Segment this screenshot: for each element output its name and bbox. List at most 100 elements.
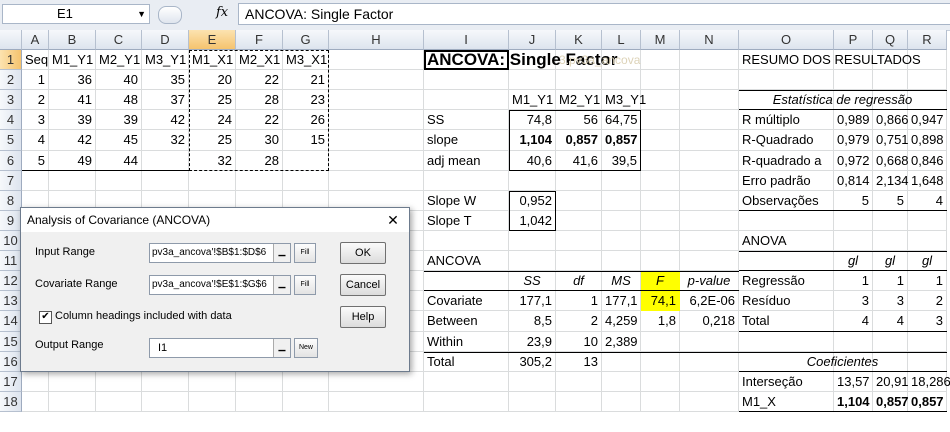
select-all-corner[interactable] — [0, 30, 22, 50]
cell[interactable] — [834, 70, 873, 91]
cell[interactable] — [22, 391, 49, 412]
cell[interactable] — [49, 170, 96, 191]
cell[interactable] — [641, 90, 680, 111]
cell[interactable] — [189, 391, 236, 412]
cell[interactable] — [556, 70, 602, 91]
cell[interactable] — [236, 371, 283, 392]
cell[interactable] — [641, 371, 680, 392]
cell[interactable] — [509, 230, 556, 252]
cell[interactable] — [329, 90, 424, 111]
cell[interactable] — [556, 230, 602, 252]
cell[interactable] — [424, 391, 509, 412]
chevron-down-icon[interactable]: ▼ — [137, 5, 146, 23]
collapse-icon[interactable]: ▁ — [273, 244, 290, 262]
close-icon[interactable]: ✕ — [383, 210, 403, 230]
cell[interactable] — [509, 70, 556, 91]
insert-function-button[interactable] — [158, 6, 182, 24]
fill-button[interactable]: Fill — [294, 275, 316, 295]
cell[interactable] — [680, 230, 739, 252]
cell[interactable] — [641, 110, 680, 131]
cell[interactable] — [834, 210, 873, 231]
column-header-n[interactable]: N — [680, 30, 739, 50]
column-header-f[interactable]: F — [236, 30, 283, 50]
cell[interactable] — [602, 190, 641, 211]
cell[interactable] — [424, 170, 509, 191]
column-header-c[interactable]: C — [96, 30, 142, 50]
column-header-j[interactable]: J — [509, 30, 556, 50]
cell[interactable] — [283, 371, 329, 392]
cell[interactable] — [509, 170, 556, 191]
row-header-17[interactable]: 17 — [0, 371, 22, 392]
cell[interactable] — [908, 230, 947, 252]
cell[interactable] — [641, 170, 680, 191]
row-header-18[interactable]: 18 — [0, 391, 22, 412]
new-button[interactable]: New — [294, 338, 318, 358]
row-header-14[interactable]: 14 — [0, 311, 22, 332]
covariate-range-field[interactable]: pv3a_ancova'!$E$1:$G$6 ▁ — [149, 275, 291, 295]
cell[interactable] — [142, 391, 189, 412]
cell[interactable] — [283, 391, 329, 412]
cell[interactable] — [680, 70, 739, 91]
column-headings-checkbox[interactable]: ✔ — [39, 311, 52, 324]
cell[interactable] — [602, 251, 641, 272]
cell[interactable] — [834, 331, 873, 352]
cell[interactable] — [834, 230, 873, 252]
cell[interactable] — [509, 391, 556, 412]
cell[interactable] — [329, 50, 424, 71]
cell[interactable] — [680, 130, 739, 151]
cell[interactable] — [49, 391, 96, 412]
column-header-i[interactable]: I — [424, 30, 509, 50]
row-header-5[interactable]: 5 — [0, 130, 22, 151]
row-header-15[interactable]: 15 — [0, 331, 22, 352]
collapse-icon[interactable]: ▁ — [273, 339, 290, 357]
row-header-2[interactable]: 2 — [0, 70, 22, 91]
row-header-9[interactable]: 9 — [0, 210, 22, 231]
cell[interactable] — [96, 371, 142, 392]
cell[interactable] — [641, 150, 680, 171]
formula-input[interactable]: ANCOVA: Single Factor — [238, 3, 950, 25]
cell[interactable] — [602, 210, 641, 231]
collapse-icon[interactable]: ▁ — [273, 276, 290, 294]
input-range-field[interactable]: pv3a_ancova'!$B$1:$D$6 ▁ — [149, 243, 291, 263]
cell[interactable] — [908, 331, 947, 352]
output-range-field[interactable]: I1 ▁ — [149, 338, 291, 358]
row-header-10[interactable]: 10 — [0, 230, 22, 252]
cell[interactable] — [22, 371, 49, 392]
cell[interactable] — [283, 170, 329, 191]
cell[interactable] — [22, 170, 49, 191]
row-header-13[interactable]: 13 — [0, 291, 22, 312]
column-header-b[interactable]: B — [49, 30, 96, 50]
cell[interactable] — [236, 391, 283, 412]
fx-icon[interactable]: fx — [216, 5, 228, 20]
cell[interactable] — [424, 70, 509, 91]
cell[interactable] — [329, 110, 424, 131]
cell[interactable] — [329, 150, 424, 171]
cell[interactable] — [641, 391, 680, 412]
cell[interactable] — [680, 210, 739, 231]
cell[interactable] — [424, 271, 509, 292]
row-header-12[interactable]: 12 — [0, 271, 22, 292]
cell[interactable] — [680, 50, 739, 71]
column-header-o[interactable]: O — [739, 30, 834, 50]
cell[interactable] — [602, 70, 641, 91]
cell[interactable] — [329, 371, 424, 392]
row-header-8[interactable]: 8 — [0, 190, 22, 211]
cell[interactable] — [556, 391, 602, 412]
row-header-11[interactable]: 11 — [0, 251, 22, 272]
help-button[interactable]: Help — [340, 306, 386, 328]
cell[interactable] — [509, 251, 556, 272]
column-header-q[interactable]: Q — [873, 30, 908, 50]
column-header-d[interactable]: D — [142, 30, 189, 50]
cell[interactable] — [556, 371, 602, 392]
cell[interactable] — [424, 90, 509, 111]
cell[interactable] — [602, 391, 641, 412]
fill-button[interactable]: Fill — [294, 243, 316, 263]
row-header-6[interactable]: 6 — [0, 150, 22, 171]
cell[interactable] — [641, 251, 680, 272]
cell[interactable] — [142, 170, 189, 191]
cell[interactable] — [509, 371, 556, 392]
cell[interactable] — [424, 230, 509, 252]
column-header-k[interactable]: K — [556, 30, 602, 50]
row-header-16[interactable]: 16 — [0, 351, 22, 372]
cell[interactable] — [680, 110, 739, 131]
